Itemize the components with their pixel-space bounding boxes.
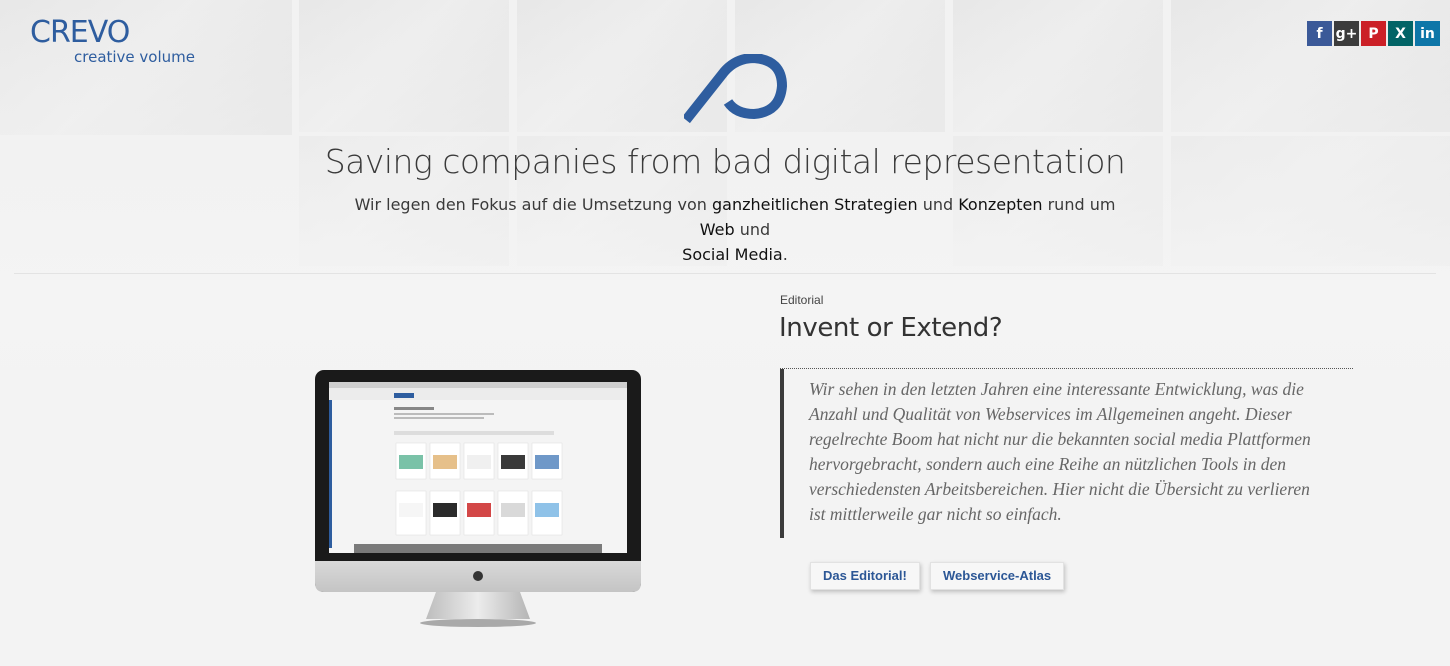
editorial-headline: Invent or Extend? [779, 313, 1003, 343]
imac-screenshot-illustration [315, 370, 641, 627]
hero-social-media: Social Media [682, 245, 783, 264]
hero-sub-text: und [917, 195, 959, 214]
hero-sub-text: und [734, 220, 771, 239]
pinterest-icon[interactable]: P [1361, 21, 1386, 46]
xing-icon[interactable]: X [1388, 21, 1413, 46]
site-logo[interactable]: CREVO creative volume [30, 18, 200, 68]
hero-strategies: ganzheitlichen Strategien [712, 195, 918, 214]
logo-wordmark: CREVO [30, 15, 130, 50]
hero-concepts: Konzepten [958, 195, 1043, 214]
editorial-button[interactable]: Das Editorial! [810, 562, 920, 590]
google-plus-icon[interactable]: g+ [1334, 21, 1359, 46]
editorial-quote: Wir sehen in den letzten Jahren eine int… [780, 369, 1320, 538]
social-links: f g+ P Xin [1307, 21, 1440, 46]
hero-web: Web [699, 220, 735, 239]
hero-sub-text: Wir legen den Fokus auf die Umsetzung vo… [354, 195, 712, 214]
hero-sub-text: . [782, 245, 788, 264]
facebook-icon[interactable]: f [1307, 21, 1332, 46]
section-divider [14, 273, 1436, 274]
webservice-atlas-button[interactable]: Webservice-Atlas [930, 562, 1065, 590]
crevo-emblem-icon [684, 54, 788, 124]
linkedin-icon[interactable]: in [1415, 21, 1440, 46]
editorial-kicker: Editorial [780, 293, 824, 307]
hero-subtitle: Wir legen den Fokus auf die Umsetzung vo… [345, 192, 1125, 267]
hero-title: Saving companies from bad digital repres… [324, 142, 1126, 181]
hero-sub-text: rund um [1042, 195, 1116, 214]
logo-tagline: creative volume [74, 48, 195, 66]
